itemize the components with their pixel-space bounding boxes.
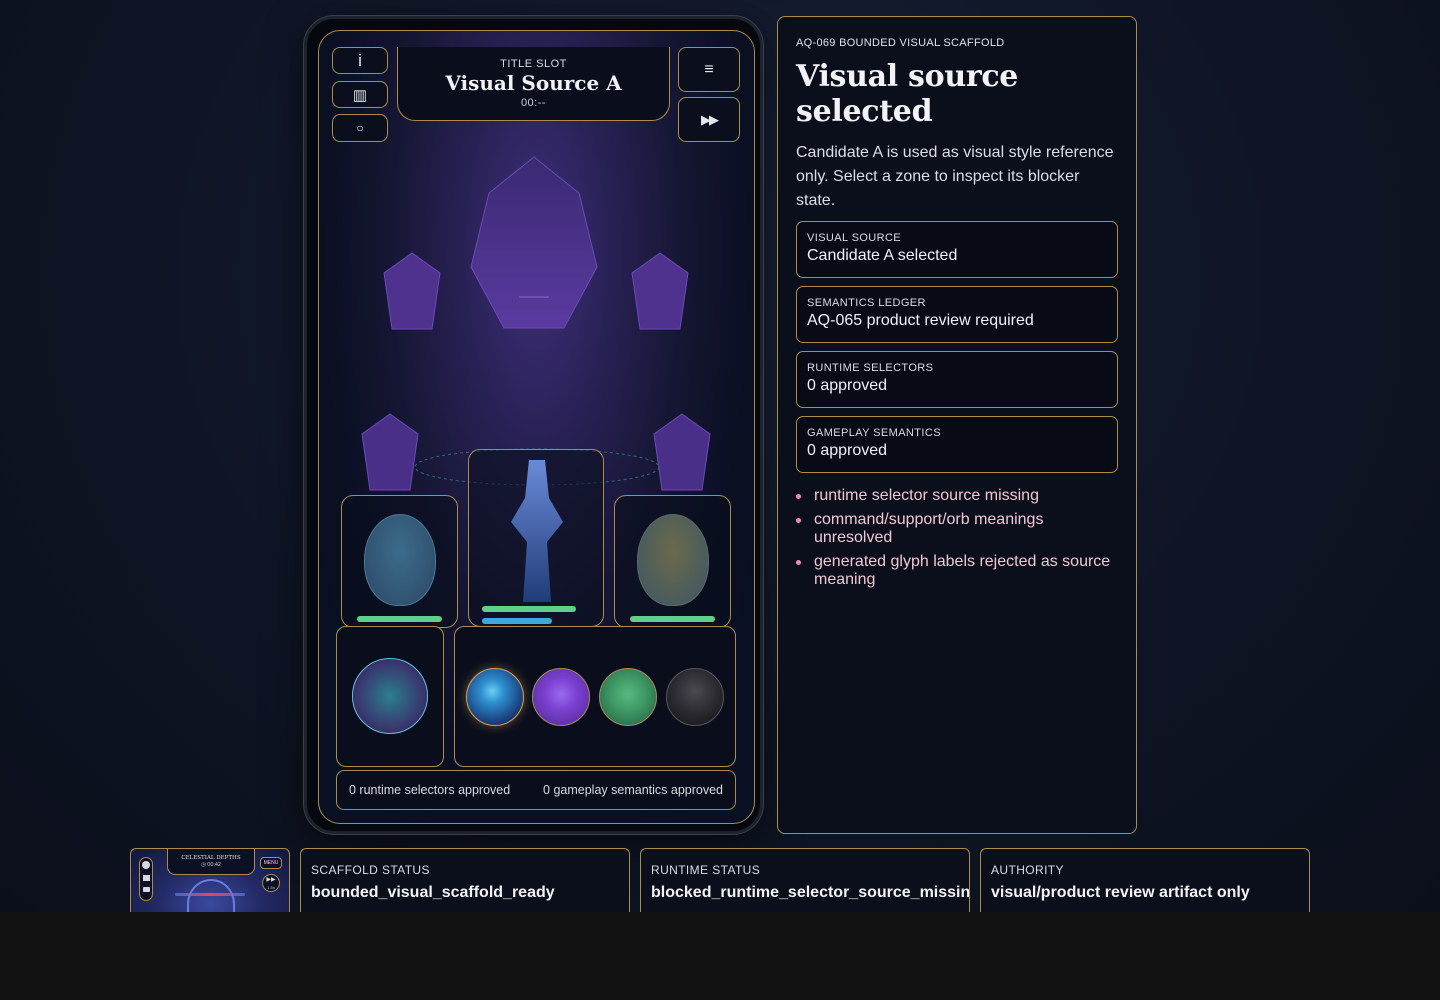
info-icon: i bbox=[358, 50, 362, 70]
thumb-title-slot: CELESTIAL DEPTHS ◷ 00:42 bbox=[167, 849, 255, 875]
boss-crystal[interactable] bbox=[469, 155, 599, 331]
thumb-menu: MENU bbox=[260, 857, 282, 869]
title-slot: TITLE SLOT Visual Source A 00:-- bbox=[397, 47, 670, 121]
thumb-title: CELESTIAL DEPTHS bbox=[181, 855, 241, 861]
thumb-stats-icon bbox=[142, 875, 150, 881]
stat-label: VISUAL SOURCE bbox=[807, 232, 902, 244]
approval-strip: 0 runtime selectors approved 0 gameplay … bbox=[336, 770, 736, 810]
thumb-chat-icon bbox=[142, 887, 150, 892]
thumb-side-buttons bbox=[139, 857, 153, 901]
blue-orb[interactable] bbox=[466, 668, 524, 726]
status-value: blocked_runtime_selector_source_missing bbox=[651, 884, 970, 901]
crystal-left-upper[interactable] bbox=[382, 251, 442, 331]
crystal-right-upper[interactable] bbox=[630, 251, 690, 331]
runtime-approval-text: 0 runtime selectors approved bbox=[349, 783, 511, 797]
semantics-approval-text: 0 gameplay semantics approved bbox=[543, 783, 723, 797]
panel-heading: Visual source selected bbox=[796, 59, 1019, 129]
blocker-item: runtime selector source missing bbox=[796, 487, 1118, 505]
crystal-left-lower[interactable] bbox=[360, 412, 420, 492]
panel-description: Candidate A is used as visual style refe… bbox=[796, 144, 1114, 209]
hero-portrait-right bbox=[637, 514, 709, 606]
stats-button[interactable]: ▥ bbox=[332, 81, 388, 108]
fast-forward-icon: ▶▶ bbox=[266, 877, 276, 883]
orb-tray bbox=[454, 626, 736, 767]
source-thumbnail[interactable]: CELESTIAL DEPTHS ◷ 00:42 MENU ▶▶ 1.5x bbox=[130, 848, 290, 912]
status-label: AUTHORITY bbox=[991, 863, 1064, 877]
stat-label: GAMEPLAY SEMANTICS bbox=[807, 427, 941, 439]
hero-card-center[interactable] bbox=[468, 449, 604, 627]
thumb-timer: ◷ 00:42 bbox=[200, 862, 222, 868]
status-value: bounded_visual_scaffold_ready bbox=[311, 884, 555, 901]
blocker-item: generated glyph labels rejected as sourc… bbox=[796, 553, 1118, 589]
game-timer: 00:-- bbox=[520, 97, 547, 109]
stat-gameplay-semantics: GAMEPLAY SEMANTICS 0 approved bbox=[796, 416, 1118, 473]
stat-value: Candidate A selected bbox=[807, 247, 958, 264]
stage: i ▥ ○ TITLE SLOT Visual Source A 00:-- ≡… bbox=[0, 0, 1440, 912]
green-orb[interactable] bbox=[599, 668, 657, 726]
stat-label: SEMANTICS LEDGER bbox=[807, 297, 926, 309]
thumb-speed-label: 1.5x bbox=[267, 885, 275, 890]
runtime-status-card: RUNTIME STATUS blocked_runtime_selector_… bbox=[640, 848, 970, 912]
hero-hp-bar-left bbox=[357, 616, 442, 622]
menu-button[interactable]: ≡ bbox=[678, 47, 740, 92]
stat-value: AQ-065 product review required bbox=[807, 312, 1034, 329]
fast-forward-icon: ▶▶ bbox=[701, 111, 719, 127]
purple-orb[interactable] bbox=[532, 668, 590, 726]
stats-icon: ▥ bbox=[352, 86, 368, 104]
hero-figure-center bbox=[511, 460, 563, 602]
hero-hp-bar-center bbox=[482, 606, 576, 612]
chat-icon: ○ bbox=[356, 121, 364, 135]
status-label: SCAFFOLD STATUS bbox=[311, 863, 430, 877]
thumb-speed: ▶▶ 1.5x bbox=[262, 874, 280, 892]
game-title: Visual Source A bbox=[445, 71, 622, 95]
hero-card-right[interactable] bbox=[614, 495, 731, 628]
hero-card-left[interactable] bbox=[341, 495, 458, 628]
panel-eyebrow: AQ-069 BOUNDED VISUAL SCAFFOLD bbox=[796, 37, 1005, 49]
status-label: RUNTIME STATUS bbox=[651, 863, 761, 877]
stat-runtime-selectors: RUNTIME SELECTORS 0 approved bbox=[796, 351, 1118, 408]
info-panel: AQ-069 BOUNDED VISUAL SCAFFOLD Visual so… bbox=[777, 16, 1137, 834]
blocker-item: command/support/orb meanings unresolved bbox=[796, 511, 1118, 547]
game-screen: i ▥ ○ TITLE SLOT Visual Source A 00:-- ≡… bbox=[318, 30, 755, 824]
speed-button[interactable]: ▶▶ bbox=[678, 97, 740, 142]
bottom-bar bbox=[0, 912, 1440, 1000]
stat-label: RUNTIME SELECTORS bbox=[807, 362, 934, 374]
menu-icon: ≡ bbox=[704, 60, 714, 78]
status-value: visual/product review artifact only bbox=[991, 884, 1250, 901]
dark-orb[interactable] bbox=[666, 668, 724, 726]
title-slot-label: TITLE SLOT bbox=[500, 58, 567, 70]
thumb-info-icon bbox=[142, 861, 150, 869]
authority-status-card: AUTHORITY visual/product review artifact… bbox=[980, 848, 1310, 912]
info-button[interactable]: i bbox=[332, 47, 388, 74]
portrait-orb bbox=[352, 658, 428, 734]
stat-value: 0 approved bbox=[807, 377, 888, 394]
scaffold-status-card: SCAFFOLD STATUS bounded_visual_scaffold_… bbox=[300, 848, 630, 912]
portrait-slot[interactable] bbox=[336, 626, 444, 767]
stat-visual-source: VISUAL SOURCE Candidate A selected bbox=[796, 221, 1118, 278]
hero-hp-bar-right bbox=[630, 616, 715, 622]
thumb-portal bbox=[187, 879, 235, 912]
blocker-list: runtime selector source missing command/… bbox=[796, 487, 1118, 589]
hero-portrait-left bbox=[364, 514, 436, 606]
hero-mana-bar-center bbox=[482, 618, 552, 624]
stat-value: 0 approved bbox=[807, 442, 888, 459]
chat-button[interactable]: ○ bbox=[332, 114, 388, 142]
crystal-right-lower[interactable] bbox=[652, 412, 712, 492]
stat-semantics-ledger: SEMANTICS LEDGER AQ-065 product review r… bbox=[796, 286, 1118, 343]
phone-frame: i ▥ ○ TITLE SLOT Visual Source A 00:-- ≡… bbox=[304, 16, 763, 834]
